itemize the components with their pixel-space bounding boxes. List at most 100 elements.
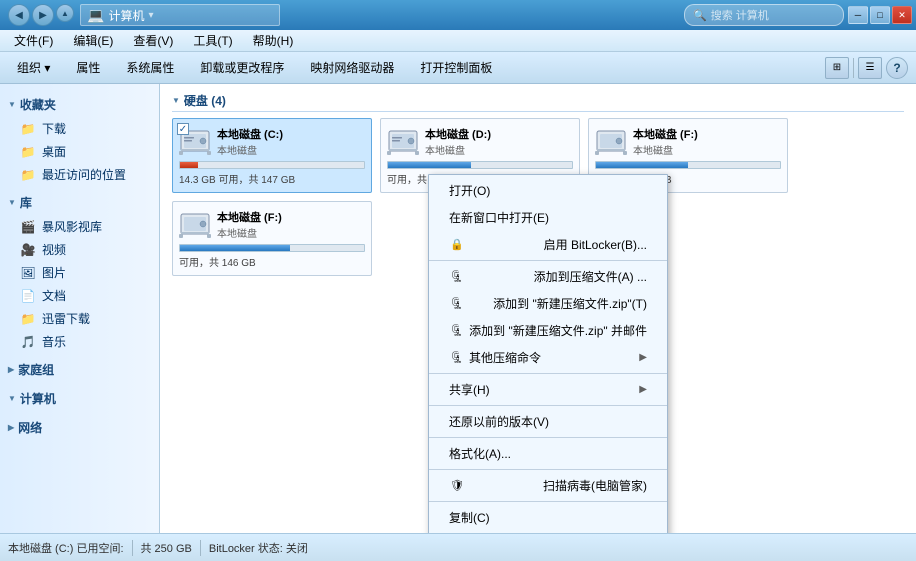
sidebar-homegroup-section: ▶ 家庭组 [0, 357, 159, 382]
documents-label: 文档 [42, 287, 66, 304]
minimize-button[interactable]: ─ [848, 6, 868, 24]
sidebar-computer-header[interactable]: ▼ 计算机 [0, 386, 159, 411]
context-menu: 打开(O) 在新窗口中打开(E) 🔒 启用 BitLocker(B)... 🗜 … [428, 174, 668, 533]
ctx-scan[interactable]: 🛡 扫描病毒(电脑管家) [429, 472, 667, 499]
video-label: 视频 [42, 241, 66, 258]
back-button[interactable]: ◀ [8, 4, 30, 26]
close-button[interactable]: ✕ [892, 6, 912, 24]
library-label: 库 [20, 194, 32, 211]
video-icon: 🎥 [20, 242, 36, 258]
window-controls: ─ □ ✕ [848, 6, 912, 24]
disk-e-icon [595, 125, 627, 157]
view-toggle-btn[interactable]: ⊞ [825, 57, 849, 79]
sidebar-computer-section: ▼ 计算机 [0, 386, 159, 411]
ctx-copy[interactable]: 复制(C) [429, 504, 667, 531]
disk-c-labels: 本地磁盘 (C:) 本地磁盘 [217, 126, 283, 157]
xunlei-label: 迅雷下载 [42, 310, 90, 327]
sidebar-item-video[interactable]: 🎥 视频 [0, 238, 159, 261]
menu-help[interactable]: 帮助(H) [245, 30, 302, 51]
ctx-more-archive-label: 其他压缩命令 [469, 349, 541, 366]
sidebar-favorites-section: ▼ 收藏夹 📁 下载 📁 桌面 📁 最近访问的位置 [0, 92, 159, 186]
disk-f-name: 本地磁盘 (F:) [217, 209, 282, 225]
ctx-sep1 [429, 260, 667, 261]
ctx-add-archive[interactable]: 🗜 添加到压缩文件(A) ... [429, 263, 667, 290]
menu-bar: 文件(F) 编辑(E) 查看(V) 工具(T) 帮助(H) [0, 30, 916, 52]
search-box[interactable]: 🔍 搜索 计算机 [684, 4, 844, 26]
disk-d-progress-fill [388, 162, 471, 168]
ctx-share[interactable]: 共享(H) ▶ [429, 376, 667, 403]
toolbar-properties[interactable]: 属性 [67, 55, 109, 80]
menu-view[interactable]: 查看(V) [125, 30, 181, 51]
disk-d-header: 本地磁盘 (D:) 本地磁盘 [387, 125, 573, 157]
sidebar-item-downloads[interactable]: 📁 下载 [0, 117, 159, 140]
ctx-format[interactable]: 格式化(A)... [429, 440, 667, 467]
disk-c-checkbox[interactable]: ✓ [177, 123, 189, 135]
menu-tools[interactable]: 工具(T) [185, 30, 240, 51]
disk-f-header: 本地磁盘 (F:) 本地磁盘 [179, 208, 365, 240]
status-item-2: 共 250 GB [141, 540, 192, 556]
ctx-bitlocker-label: 启用 BitLocker(B)... [544, 236, 647, 253]
disk-f-progress-fill [180, 245, 290, 251]
sidebar-library-section: ▼ 库 🎬 暴风影视库 🎥 视频 🖼 图片 📄 文档 📁 迅雷下载 [0, 190, 159, 353]
status-sep2 [200, 540, 201, 556]
disk-f[interactable]: 本地磁盘 (F:) 本地磁盘 可用，共 146 GB [172, 201, 372, 276]
ctx-restore[interactable]: 还原以前的版本(V) [429, 408, 667, 435]
ctx-add-zip[interactable]: 🗜 添加到 "新建压缩文件.zip"(T) [429, 290, 667, 317]
sidebar-library-header[interactable]: ▼ 库 [0, 190, 159, 215]
menu-edit[interactable]: 编辑(E) [65, 30, 121, 51]
address-bar[interactable]: 💻 计算机 ▾ [80, 4, 280, 26]
title-bar-right: 🔍 搜索 计算机 ─ □ ✕ [684, 4, 912, 26]
favorites-arrow: ▼ [8, 100, 16, 109]
maximize-button[interactable]: □ [870, 6, 890, 24]
sidebar-network-header[interactable]: ▶ 网络 [0, 415, 159, 440]
sidebar-item-xunlei[interactable]: 📁 迅雷下载 [0, 307, 159, 330]
forward-button[interactable]: ▶ [32, 4, 54, 26]
downloads-icon: 📁 [20, 121, 36, 137]
ctx-bitlocker[interactable]: 🔒 启用 BitLocker(B)... [429, 231, 667, 258]
disk-d-name: 本地磁盘 (D:) [425, 126, 491, 142]
toolbar-sep [853, 58, 854, 78]
toolbar-right: ⊞ ☰ ? [825, 57, 908, 79]
toolbar-uninstall[interactable]: 卸载或更改程序 [191, 55, 293, 80]
ctx-add-archive-label: 添加到压缩文件(A) ... [534, 268, 647, 285]
toolbar-sys-properties[interactable]: 系统属性 [117, 55, 183, 80]
ctx-open-new-label: 在新窗口中打开(E) [449, 209, 549, 226]
sidebar-item-desktop[interactable]: 📁 桌面 [0, 140, 159, 163]
sidebar-homegroup-header[interactable]: ▶ 家庭组 [0, 357, 159, 382]
disk-e-name: 本地磁盘 (F:) [633, 126, 698, 142]
pictures-label: 图片 [42, 264, 66, 281]
recent-icon: 📁 [20, 167, 36, 183]
menu-file[interactable]: 文件(F) [6, 30, 61, 51]
ctx-add-zip-email[interactable]: 🗜 添加到 "新建压缩文件.zip" 并邮件 [429, 317, 667, 344]
computer-label: 计算机 [20, 390, 56, 407]
sidebar-item-documents[interactable]: 📄 文档 [0, 284, 159, 307]
path-text: 计算机 [108, 7, 144, 24]
sidebar-item-pictures[interactable]: 🖼 图片 [0, 261, 159, 284]
bitlocker-icon: 🔒 [449, 238, 465, 251]
toolbar-organize[interactable]: 组织 ▾ [8, 55, 59, 80]
view-list-btn[interactable]: ☰ [858, 57, 882, 79]
disk-section-arrow: ▼ [172, 96, 180, 105]
status-bitlocker: BitLocker 状态: 关闭 [209, 540, 308, 556]
sidebar-item-music[interactable]: 🎵 音乐 [0, 330, 159, 353]
up-button[interactable]: ▲ [56, 4, 74, 22]
disk-f-progress-bg [179, 244, 365, 252]
toolbar-map-drive[interactable]: 映射网络驱动器 [301, 55, 403, 80]
disk-c[interactable]: ✓ [172, 118, 372, 193]
disk-d-sublabel: 本地磁盘 [425, 142, 491, 157]
recent-label: 最近访问的位置 [42, 166, 126, 183]
help-button[interactable]: ? [886, 57, 908, 79]
sidebar-item-recent[interactable]: 📁 最近访问的位置 [0, 163, 159, 186]
toolbar-control-panel[interactable]: 打开控制面板 [411, 55, 501, 80]
disk-e-header: 本地磁盘 (F:) 本地磁盘 [595, 125, 781, 157]
ctx-sep4 [429, 437, 667, 438]
sidebar-favorites-header[interactable]: ▼ 收藏夹 [0, 92, 159, 117]
ctx-open[interactable]: 打开(O) [429, 177, 667, 204]
status-total: 共 250 GB [141, 540, 192, 556]
sidebar-item-video-lib[interactable]: 🎬 暴风影视库 [0, 215, 159, 238]
desktop-label: 桌面 [42, 143, 66, 160]
ctx-more-archive[interactable]: 🗜 其他压缩命令 ▶ [429, 344, 667, 371]
network-label: 网络 [18, 419, 42, 436]
search-icon: 🔍 [693, 9, 707, 22]
ctx-open-new[interactable]: 在新窗口中打开(E) [429, 204, 667, 231]
